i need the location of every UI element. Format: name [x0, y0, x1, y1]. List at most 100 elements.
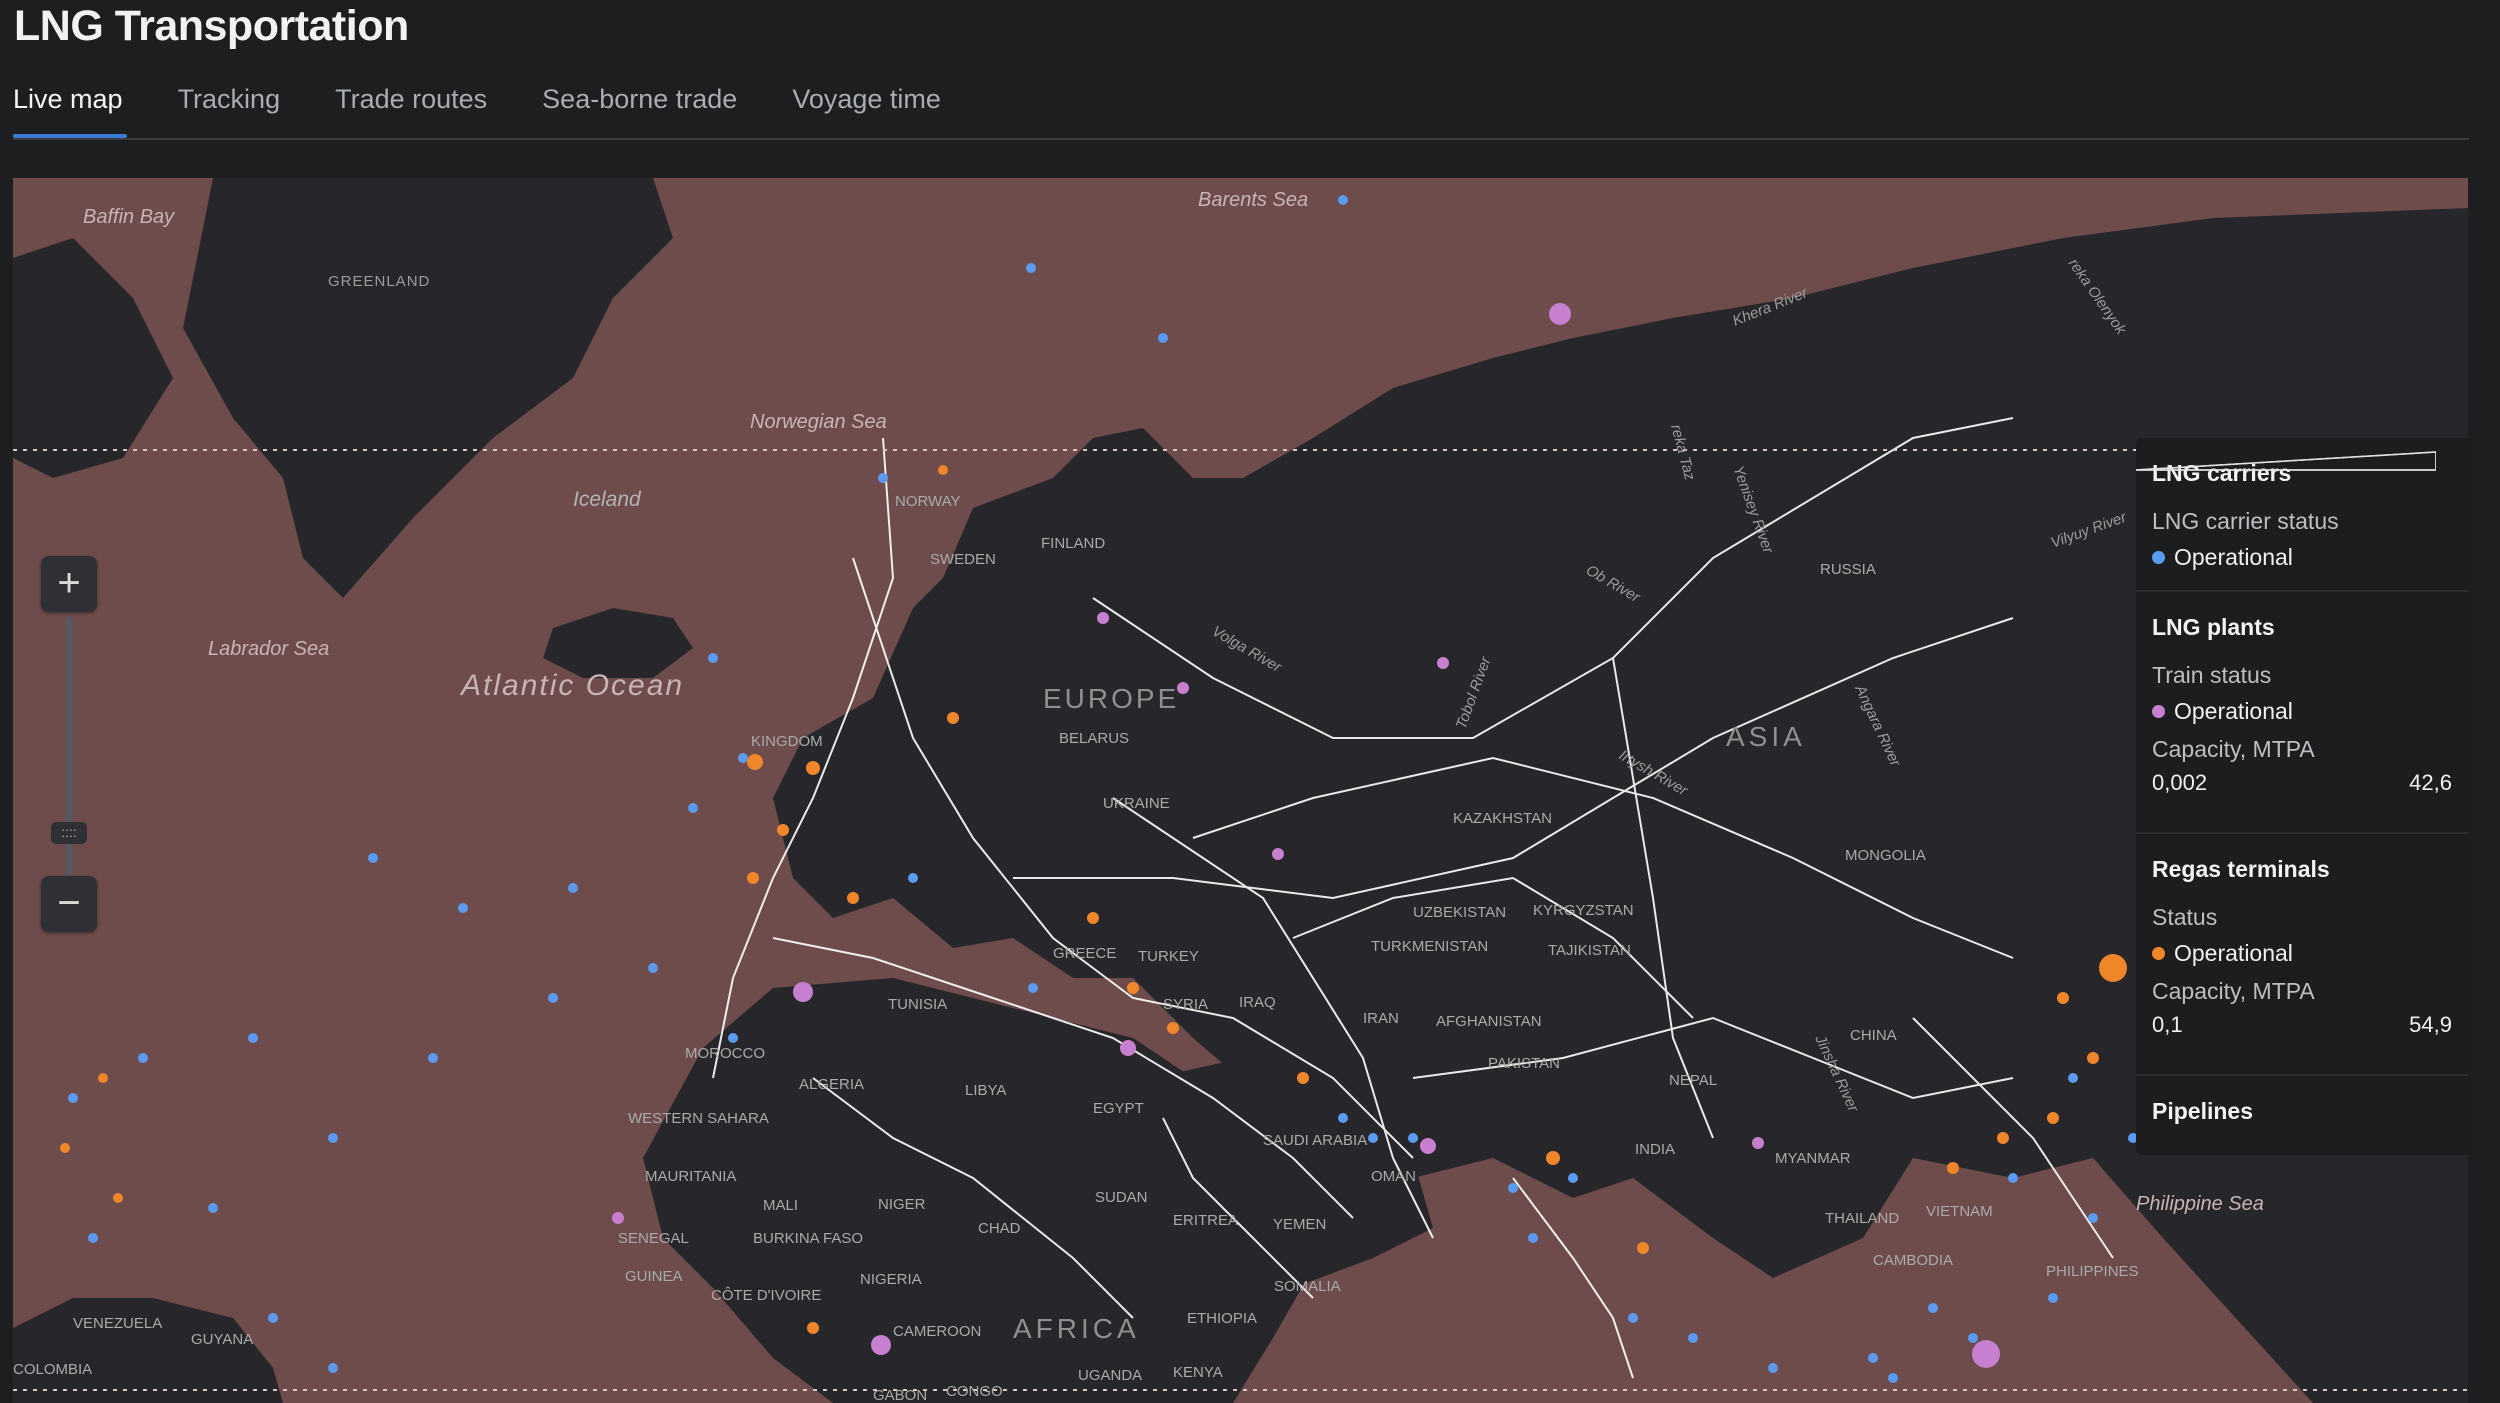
- regas-dot-icon: [2152, 946, 2165, 960]
- legend-regas-capacity-min: 0,1: [2152, 1012, 2183, 1037]
- label-africa: AFRICA: [1013, 1313, 1140, 1344]
- tab-sea-borne-trade[interactable]: Sea-borne trade: [542, 70, 737, 136]
- carrier-marker: [458, 903, 468, 913]
- label-belarus: BELARUS: [1059, 730, 1129, 747]
- label-philippine-sea: Philippine Sea: [2136, 1193, 2264, 1215]
- regas-marker: [806, 761, 820, 775]
- legend-plants-status-label: Train status: [2152, 662, 2272, 688]
- label-mauritania: MAURITANIA: [645, 1168, 736, 1185]
- label-philippines: PHILIPPINES: [2046, 1263, 2139, 1280]
- regas-marker: [847, 892, 859, 904]
- label-eritrea: ERITREA: [1173, 1212, 1238, 1229]
- legend-pipelines-title: Pipelines: [2152, 1098, 2253, 1124]
- plant-marker: [1972, 1340, 2000, 1368]
- zoom-handle[interactable]: ::::: [51, 822, 87, 844]
- label-venezuela: VENEZUELA: [73, 1315, 162, 1332]
- plant-marker: [1549, 303, 1571, 325]
- label-guyana: GUYANA: [191, 1331, 253, 1348]
- legend-pipelines[interactable]: Pipelines: [2136, 1076, 2468, 1146]
- legend-regas-status-item[interactable]: Operational: [2152, 940, 2452, 966]
- regas-marker: [60, 1143, 70, 1153]
- plant-marker: [1177, 682, 1189, 694]
- regas-marker: [1997, 1132, 2009, 1144]
- carrier-marker: [1368, 1133, 1378, 1143]
- plant-marker: [871, 1335, 891, 1355]
- label-thailand: THAILAND: [1825, 1210, 1899, 1227]
- carrier-marker: [548, 993, 558, 1003]
- iceland-landmass: [543, 608, 693, 678]
- carrier-marker: [568, 883, 578, 893]
- label-saudi-arabia: SAUDI ARABIA: [1263, 1132, 1367, 1149]
- label-syria: SYRIA: [1163, 996, 1208, 1013]
- legend-carriers-status-item[interactable]: Operational: [2152, 544, 2452, 570]
- label-greenland: GREENLAND: [328, 273, 430, 290]
- legend-plants-capacity-min: 0,002: [2152, 770, 2208, 795]
- carrier-marker: [1928, 1303, 1938, 1313]
- tab-live-map[interactable]: Live map: [13, 70, 127, 138]
- carrier-marker: [1408, 1133, 1418, 1143]
- label-algeria: ALGERIA: [799, 1076, 864, 1093]
- carrier-marker: [328, 1133, 338, 1143]
- carrier-marker: [248, 1033, 258, 1043]
- regas-marker: [113, 1193, 123, 1203]
- tab-voyage-time[interactable]: Voyage time: [792, 70, 941, 136]
- regas-marker: [2099, 954, 2127, 982]
- label-greece: GREECE: [1053, 945, 1116, 962]
- label-colombia: COLOMBIA: [13, 1361, 92, 1378]
- zoom-out-button[interactable]: −: [41, 876, 97, 932]
- regas-marker: [2087, 1052, 2099, 1064]
- regas-marker: [1127, 982, 1139, 994]
- tab-tracking[interactable]: Tracking: [178, 70, 281, 136]
- carrier-marker: [738, 753, 748, 763]
- world-map[interactable]: Baffin Bay GREENLAND Barents Sea Norwegi…: [13, 178, 2468, 1403]
- regas-marker: [98, 1073, 108, 1083]
- south-america-landmass: [13, 1298, 283, 1403]
- map-legend: LNG carriers LNG carrier status Operatio…: [2136, 438, 2468, 1155]
- label-china: CHINA: [1850, 1027, 1897, 1044]
- carrier-marker: [138, 1053, 148, 1063]
- label-tajikistan: TAJIKISTAN: [1548, 942, 1631, 959]
- label-baffin-bay: Baffin Bay: [83, 206, 175, 228]
- tab-trade-routes[interactable]: Trade routes: [335, 70, 487, 136]
- regas-marker: [1087, 912, 1099, 924]
- label-kingdom: KINGDOM: [751, 733, 823, 750]
- greenland-landmass: [183, 178, 673, 598]
- regas-marker: [938, 465, 948, 475]
- regas-marker: [777, 824, 789, 836]
- tab-bar: Live map Tracking Trade routes Sea-borne…: [13, 70, 2469, 140]
- regas-marker: [1167, 1022, 1179, 1034]
- carrier-marker: [368, 853, 378, 863]
- carrier-marker: [1868, 1353, 1878, 1363]
- legend-carriers-status-label: LNG carrier status: [2152, 508, 2339, 534]
- label-vietnam: VIETNAM: [1926, 1203, 1993, 1220]
- label-ukraine: UKRAINE: [1103, 795, 1170, 812]
- legend-regas-capacity-range: 0,1 54,9: [2152, 1012, 2452, 1052]
- legend-plants-status-item[interactable]: Operational: [2152, 698, 2452, 724]
- regas-marker: [1546, 1151, 1560, 1165]
- label-norwegian-sea: Norwegian Sea: [750, 411, 887, 433]
- label-atlantic-ocean: Atlantic Ocean: [459, 669, 684, 702]
- label-russia: RUSSIA: [1820, 561, 1876, 578]
- carrier-marker: [328, 1363, 338, 1373]
- map-canvas: Baffin Bay GREENLAND Barents Sea Norwegi…: [13, 178, 2468, 1403]
- zoom-control: + :::: −: [41, 556, 97, 936]
- label-iran: IRAN: [1363, 1010, 1399, 1027]
- label-pakistan: PAKISTAN: [1488, 1055, 1560, 1072]
- regas-marker: [2057, 992, 2069, 1004]
- zoom-in-button[interactable]: +: [41, 556, 97, 612]
- carrier-marker: [1338, 195, 1348, 205]
- carrier-marker: [878, 473, 888, 483]
- label-mali: MALI: [763, 1197, 798, 1214]
- label-egypt: EGYPT: [1093, 1100, 1144, 1117]
- land-layer: [13, 178, 2468, 1403]
- label-chad: CHAD: [978, 1220, 1021, 1237]
- baffin-landmass: [13, 238, 173, 478]
- label-india: INDIA: [1635, 1141, 1675, 1158]
- label-kyrgyzstan: KYRGYZSTAN: [1533, 902, 1634, 919]
- label-ethiopia: ETHIOPIA: [1187, 1310, 1257, 1327]
- legend-regas-capacity-label: Capacity, MTPA: [2152, 978, 2315, 1004]
- carrier-marker: [2008, 1173, 2018, 1183]
- plant-marker: [1097, 612, 1109, 624]
- regas-marker: [1637, 1242, 1649, 1254]
- carrier-marker: [1888, 1373, 1898, 1383]
